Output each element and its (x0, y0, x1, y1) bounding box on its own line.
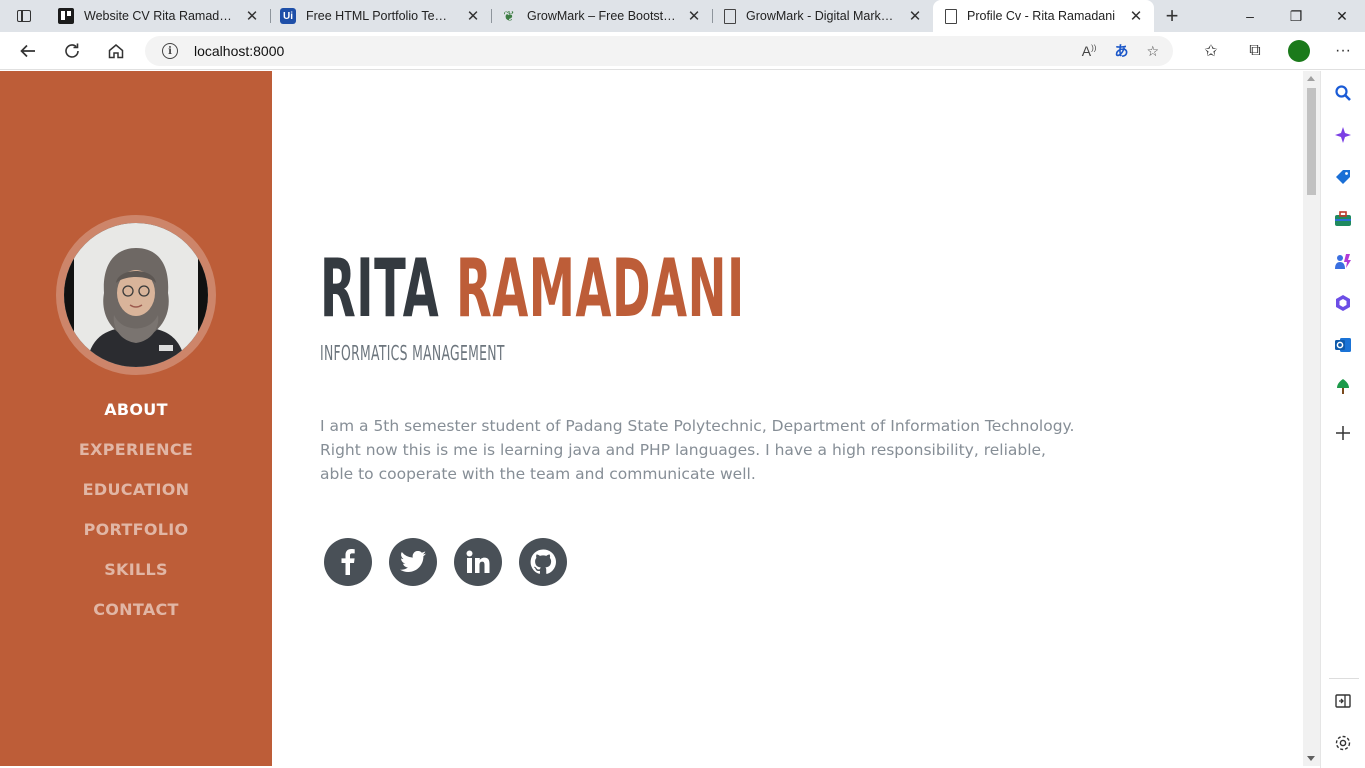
site-info-icon[interactable]: i (162, 43, 178, 59)
refresh-icon (65, 43, 79, 58)
settings-gear-icon[interactable] (1334, 734, 1352, 752)
scrollbar-thumb[interactable] (1307, 88, 1316, 195)
read-aloud-icon[interactable]: A)) (1082, 43, 1097, 59)
description-line: I am a 5th semester student of Padang St… (320, 417, 1075, 435)
facebook-icon (341, 549, 355, 575)
tab-actions-icon (17, 10, 31, 22)
close-window-button[interactable]: ✕ (1319, 0, 1365, 32)
home-button[interactable] (94, 32, 138, 70)
tab-title: Profile Cv - Rita Ramadani (967, 9, 1115, 23)
page-viewport: ABOUT EXPERIENCE EDUCATION PORTFOLIO SKI… (0, 71, 1303, 766)
scroll-down-icon[interactable] (1307, 756, 1315, 761)
page-icon (724, 8, 736, 24)
ui-icon: Ui (280, 8, 296, 24)
close-icon[interactable]: ✕ (686, 7, 702, 25)
tab-website-cv[interactable]: Website CV Rita Ramadani on ✕ (48, 0, 270, 32)
tab-profile-cv[interactable]: Profile Cv - Rita Ramadani ✕ (933, 0, 1154, 32)
close-icon[interactable]: ✕ (1128, 7, 1144, 25)
nav-education[interactable]: EDUCATION (0, 470, 272, 510)
last-name: RAMADANI (456, 242, 745, 335)
add-icon[interactable] (1334, 424, 1352, 442)
hide-sidebar-icon[interactable] (1334, 692, 1352, 710)
home-icon (108, 43, 124, 58)
subheading: INFORMATICS MANAGEMENT (320, 341, 505, 365)
about-description: I am a 5th semester student of Padang St… (320, 414, 1075, 486)
page-scrollbar[interactable] (1303, 71, 1320, 766)
shopping-tag-icon[interactable] (1334, 168, 1352, 186)
tab-actions-button[interactable] (0, 0, 48, 32)
tab-strip: Website CV Rita Ramadani on ✕ Ui Free HT… (0, 0, 1365, 32)
close-icon[interactable]: ✕ (244, 7, 260, 25)
leaf-icon: ❦ (503, 7, 515, 24)
navigation-toolbar: i localhost:8000 A)) あ ☆ ✩ ⧉ ··· (0, 32, 1365, 70)
page-icon (945, 8, 957, 24)
first-name: RITA (320, 242, 440, 335)
tab-growmark-digital[interactable]: GrowMark - Digital Marketing ✕ (712, 0, 933, 32)
minimize-button[interactable]: – (1227, 0, 1273, 32)
sidebar-divider (1329, 678, 1359, 679)
profile-photo (64, 223, 208, 367)
twitter-icon (400, 551, 426, 573)
twitter-link[interactable] (389, 538, 437, 586)
profile-avatar (56, 215, 216, 375)
profile-button[interactable] (1277, 40, 1321, 62)
restore-button[interactable]: ❐ (1273, 0, 1319, 32)
favorites-icon[interactable]: ✩ (1189, 41, 1233, 61)
back-arrow-icon (20, 44, 35, 57)
social-icons (324, 538, 567, 586)
nav-about[interactable]: ABOUT (0, 390, 272, 430)
address-bar[interactable]: i localhost:8000 A)) あ ☆ (145, 36, 1173, 66)
sidebar-nav: ABOUT EXPERIENCE EDUCATION PORTFOLIO SKI… (0, 390, 272, 630)
tab-growmark-bootstrap[interactable]: ❦ GrowMark – Free Bootstrap 5 ✕ (491, 0, 712, 32)
github-link[interactable] (519, 538, 567, 586)
sidebar: ABOUT EXPERIENCE EDUCATION PORTFOLIO SKI… (0, 71, 272, 766)
browser-toolbar-right: ✩ ⧉ ··· (1189, 32, 1365, 70)
more-menu-icon[interactable]: ··· (1321, 42, 1365, 60)
tab-title: GrowMark – Free Bootstrap 5 (527, 9, 678, 23)
back-button[interactable] (6, 32, 50, 70)
copilot-icon[interactable] (1334, 126, 1352, 144)
page-title: RITA RAMADANI (320, 239, 745, 339)
avatar (1288, 40, 1310, 62)
tab-title: GrowMark - Digital Marketing (746, 9, 899, 23)
description-line: Right now this is me is learning java an… (320, 441, 1046, 459)
facebook-link[interactable] (324, 538, 372, 586)
trello-icon (58, 8, 74, 24)
translate-icon[interactable]: あ (1114, 41, 1128, 61)
add-favorite-icon[interactable]: ☆ (1146, 43, 1159, 60)
linkedin-link[interactable] (454, 538, 502, 586)
close-icon[interactable]: ✕ (907, 7, 923, 25)
address-bar-actions: A)) あ ☆ (1082, 36, 1159, 66)
nav-skills[interactable]: SKILLS (0, 550, 272, 590)
scroll-up-icon[interactable] (1307, 76, 1315, 81)
description-line: able to cooperate with the team and comm… (320, 465, 756, 483)
linkedin-icon (466, 550, 490, 573)
search-icon[interactable] (1334, 84, 1352, 102)
window-controls: – ❐ ✕ (1227, 0, 1365, 32)
tree-icon[interactable] (1334, 378, 1352, 396)
outlook-icon[interactable] (1334, 336, 1352, 354)
office-icon[interactable] (1334, 294, 1352, 312)
nav-contact[interactable]: CONTACT (0, 590, 272, 630)
tab-free-html-portfolio[interactable]: Ui Free HTML Portfolio Template ✕ (270, 0, 491, 32)
tools-icon[interactable] (1334, 210, 1352, 228)
refresh-button[interactable] (50, 32, 94, 70)
collections-icon[interactable]: ⧉ (1233, 42, 1277, 60)
edge-sidebar (1320, 71, 1365, 768)
nav-experience[interactable]: EXPERIENCE (0, 430, 272, 470)
nav-portfolio[interactable]: PORTFOLIO (0, 510, 272, 550)
url-text[interactable]: localhost:8000 (194, 43, 284, 59)
close-icon[interactable]: ✕ (465, 7, 481, 25)
tab-title: Free HTML Portfolio Template (306, 9, 457, 23)
github-icon (530, 549, 556, 574)
tab-title: Website CV Rita Ramadani on (84, 9, 236, 23)
person-photo-illustration (64, 223, 208, 367)
games-icon[interactable] (1334, 252, 1352, 270)
new-tab-button[interactable]: + (1154, 3, 1190, 29)
